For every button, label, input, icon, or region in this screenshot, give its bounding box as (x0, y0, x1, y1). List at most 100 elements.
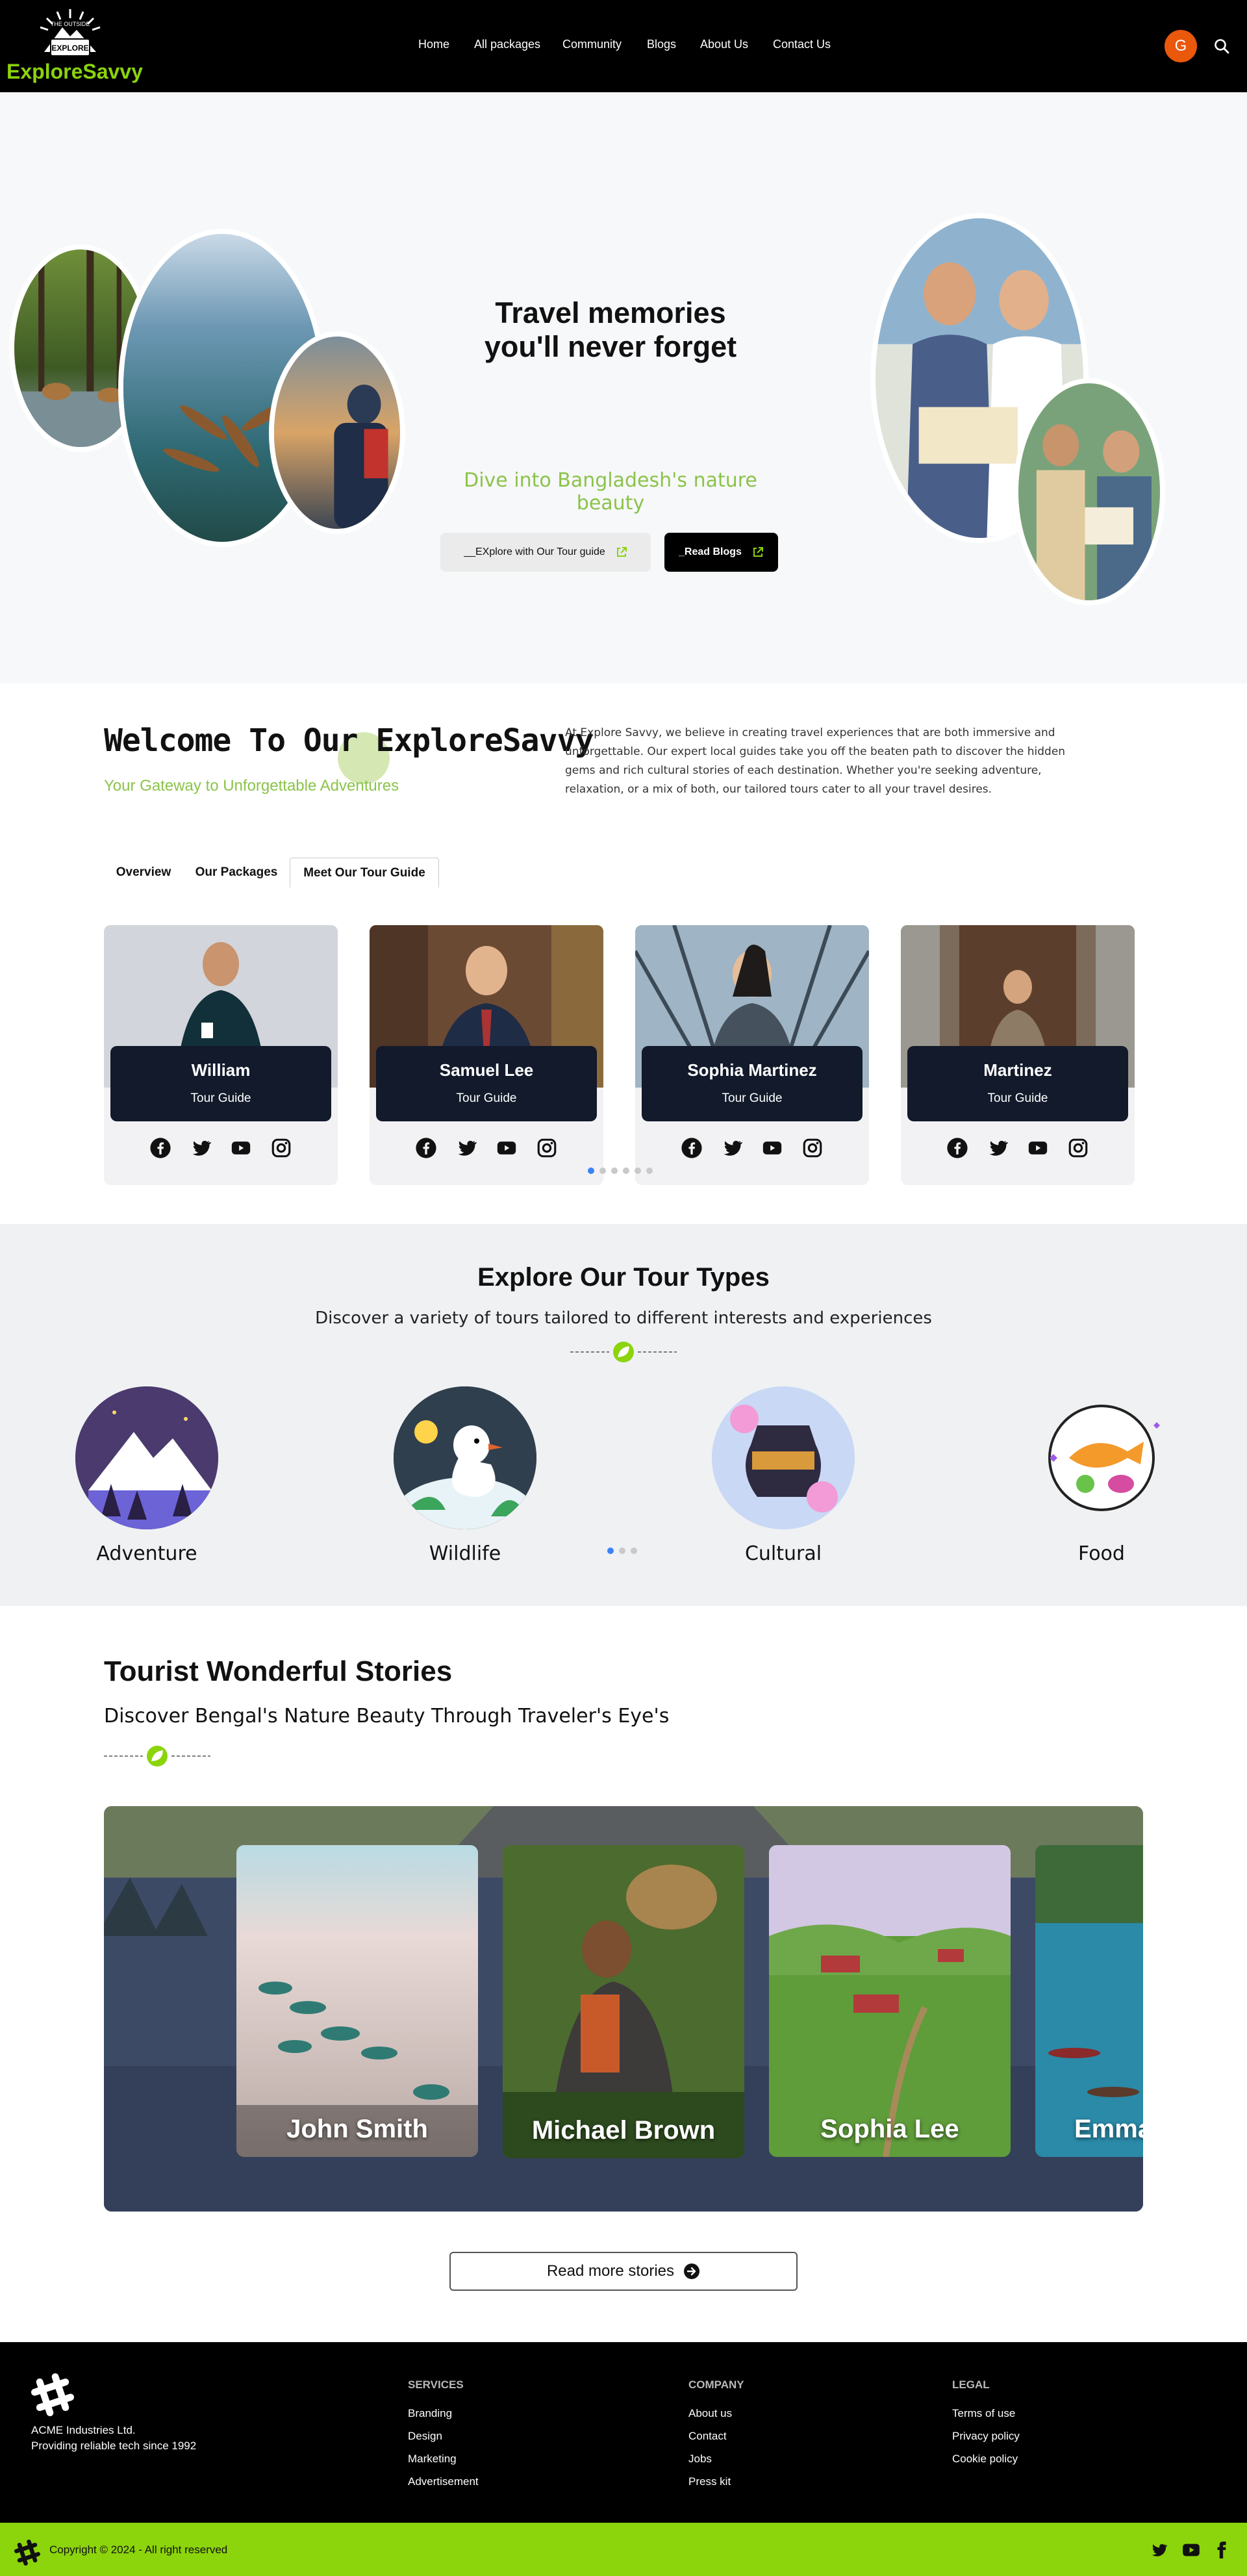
guide-role: Tour Guide (190, 1091, 251, 1105)
facebook-icon[interactable] (946, 1137, 968, 1159)
carousel-dot[interactable] (611, 1167, 618, 1174)
adventure-mountain-icon[interactable] (75, 1386, 218, 1529)
tab-overview[interactable]: Overview (104, 858, 183, 887)
explore-tour-guide-label: __EXplore with Our Tour guide (464, 546, 605, 557)
hero-title: Travel memories you'll never forget (442, 296, 779, 364)
facebook-icon[interactable] (415, 1137, 437, 1159)
welcome-title: Welcome To Our ExploreSavvy (104, 722, 594, 759)
guide-name: Sophia Martinez (687, 1060, 817, 1080)
nav-link-about-us[interactable]: About Us (700, 38, 748, 51)
tour-type-label-cultural: Cultural (744, 1542, 822, 1565)
guide-name: William (191, 1060, 251, 1080)
instagram-icon[interactable] (1067, 1137, 1089, 1159)
instagram-icon[interactable] (801, 1137, 824, 1159)
guide-card: Samuel Lee Tour Guide (370, 925, 603, 1185)
footer-link-contact[interactable]: Contact (688, 2430, 727, 2443)
food-fish-plate-icon[interactable] (1030, 1386, 1173, 1529)
carousel-dot[interactable] (646, 1167, 653, 1174)
story-card[interactable]: Sophia Lee (769, 1845, 1011, 2157)
guide-info-plate: Samuel Lee Tour Guide (376, 1046, 597, 1121)
facebook-icon[interactable] (681, 1137, 703, 1159)
guide-info-plate: Martinez Tour Guide (907, 1046, 1128, 1121)
guide-role: Tour Guide (987, 1091, 1048, 1105)
footer-link-design[interactable]: Design (408, 2430, 442, 2443)
stories-subtitle: Discover Bengal's Nature Beauty Through … (104, 1705, 670, 1728)
story-author-name: Emma (1074, 2115, 1143, 2143)
nav-link-blogs[interactable]: Blogs (647, 38, 676, 51)
footer-link-advertisement[interactable]: Advertisement (408, 2475, 479, 2488)
story-photo-river-boats (1035, 1845, 1143, 2157)
tab-meet-our-tour-guide[interactable]: Meet Our Tour Guide (290, 858, 439, 887)
footer-link-branding[interactable]: Branding (408, 2407, 452, 2420)
youtube-icon[interactable] (1181, 2541, 1202, 2559)
footer-link-terms[interactable]: Terms of use (952, 2407, 1015, 2420)
nav-link-community[interactable]: Community (562, 38, 622, 51)
instagram-icon[interactable] (536, 1137, 558, 1159)
nav-link-home[interactable]: Home (418, 38, 449, 51)
story-card[interactable]: John Smith (236, 1845, 478, 2157)
guide-role: Tour Guide (456, 1091, 517, 1105)
tour-type-label-adventure: Adventure (96, 1542, 197, 1565)
wildlife-bird-icon[interactable] (394, 1386, 536, 1529)
logo-text[interactable]: ExploreSavvy (6, 60, 143, 84)
hero-photo-travelers-map (1013, 378, 1165, 606)
footer-link-cookie[interactable]: Cookie policy (952, 2453, 1018, 2466)
youtube-icon[interactable] (496, 1137, 518, 1159)
carousel-dot-active[interactable] (588, 1167, 594, 1174)
story-card[interactable]: Michael Brown (503, 1845, 744, 2158)
instagram-icon[interactable] (270, 1137, 292, 1159)
twitter-icon[interactable] (190, 1137, 212, 1159)
guide-card: Sophia Martinez Tour Guide (635, 925, 869, 1185)
user-avatar[interactable]: G (1165, 30, 1197, 62)
read-more-stories-button[interactable]: Read more stories (449, 2252, 798, 2291)
footer-legal-heading: LEGAL (952, 2378, 990, 2391)
twitter-icon[interactable] (721, 1137, 743, 1159)
nav-link-contact-us[interactable]: Contact Us (773, 38, 831, 51)
story-author-name: Sophia Lee (820, 2115, 959, 2143)
footer-link-press-kit[interactable]: Press kit (688, 2475, 731, 2488)
tour-types-title: Explore Our Tour Types (477, 1263, 770, 1292)
hero-title-line-2: you'll never forget (484, 330, 737, 363)
tab-our-packages[interactable]: Our Packages (187, 858, 286, 887)
carousel-dot[interactable] (635, 1167, 641, 1174)
carousel-dot[interactable] (623, 1167, 629, 1174)
carousel-dot[interactable] (599, 1167, 606, 1174)
cultural-vase-icon[interactable] (712, 1386, 855, 1529)
footer-link-about-us[interactable]: About us (688, 2407, 732, 2420)
top-navbar: THE OUTSIDE EXPLORE ExploreSavvy Home Al… (0, 0, 1247, 92)
carousel-dot[interactable] (631, 1548, 637, 1554)
carousel-dot[interactable] (619, 1548, 625, 1554)
youtube-icon[interactable] (1027, 1137, 1049, 1159)
search-icon[interactable] (1213, 38, 1230, 55)
guide-name: Samuel Lee (439, 1060, 534, 1080)
explore-tour-guide-button[interactable]: __EXplore with Our Tour guide (440, 533, 651, 572)
guide-card: William Tour Guide (104, 925, 338, 1185)
logo-badge-top: THE OUTSIDE (51, 21, 90, 27)
youtube-icon[interactable] (761, 1137, 783, 1159)
company-logo-icon (31, 2373, 74, 2416)
logo[interactable]: THE OUTSIDE EXPLORE (31, 6, 109, 62)
nav-link-all-packages[interactable]: All packages (474, 38, 540, 51)
logo-badge-main: EXPLORE (51, 44, 88, 53)
guide-info-plate: Sophia Martinez Tour Guide (642, 1046, 863, 1121)
story-card[interactable]: Emma (1035, 1845, 1143, 2157)
facebook-icon[interactable] (1213, 2540, 1230, 2560)
hero-subtitle: Dive into Bangladesh's nature beauty (464, 469, 757, 515)
story-photo-tea-picker (503, 1845, 744, 2158)
external-link-icon (753, 547, 763, 557)
tour-types-subtitle: Discover a variety of tours tailored to … (315, 1308, 932, 1328)
footer-link-marketing[interactable]: Marketing (408, 2453, 457, 2466)
footer-company-heading: COMPANY (688, 2378, 744, 2391)
read-more-stories-label: Read more stories (546, 2262, 675, 2280)
youtube-icon[interactable] (230, 1137, 252, 1159)
carousel-dot-active[interactable] (607, 1548, 614, 1554)
tour-type-label-food: Food (1078, 1542, 1125, 1565)
twitter-icon[interactable] (987, 1137, 1009, 1159)
read-blogs-button[interactable]: _Read Blogs (664, 533, 778, 572)
hero-section: Travel memories you'll never forget Dive… (0, 92, 1247, 683)
twitter-icon[interactable] (455, 1137, 477, 1159)
footer-link-privacy[interactable]: Privacy policy (952, 2430, 1020, 2443)
footer-link-jobs[interactable]: Jobs (688, 2453, 712, 2466)
facebook-icon[interactable] (149, 1137, 171, 1159)
twitter-icon[interactable] (1148, 2541, 1169, 2559)
